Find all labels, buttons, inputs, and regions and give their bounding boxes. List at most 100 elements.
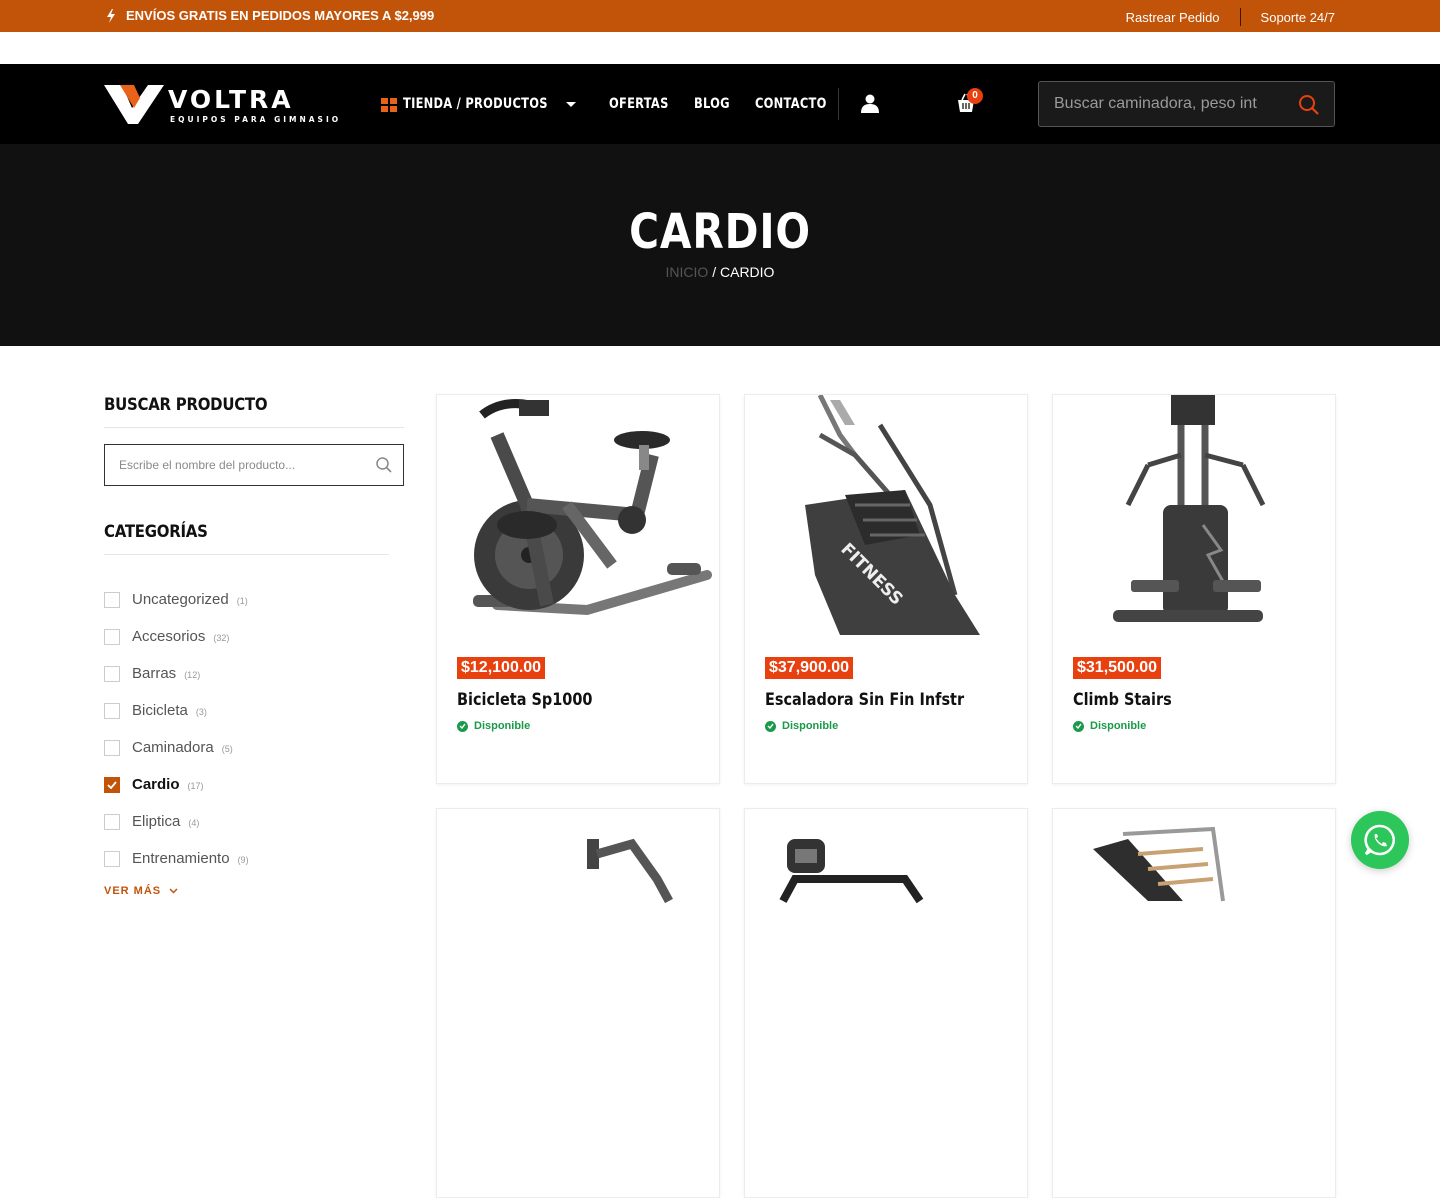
checkbox[interactable] (104, 591, 120, 608)
header-search-input[interactable] (1039, 82, 1289, 126)
announcement-bar: ENVÍOS GRATIS EN PEDIDOS MAYORES A $2,99… (0, 0, 1440, 32)
product-image-stair-climber[interactable]: FITNESS (745, 395, 1027, 635)
grid-icon (381, 97, 397, 112)
stock-label: Disponible (782, 720, 839, 732)
see-more-link[interactable]: VER MÁS (104, 885, 404, 897)
track-order-link[interactable]: Rastrear Pedido (1126, 10, 1220, 25)
page-title: CARDIO (629, 204, 811, 260)
category-item[interactable]: Entrenamiento (9) (104, 840, 404, 877)
check-circle-icon (1073, 720, 1084, 732)
nav-ofertas[interactable]: OFERTAS (609, 96, 669, 112)
logo-wordmark: VOLTRA (168, 85, 294, 114)
category-item[interactable]: Uncategorized (1) (104, 581, 404, 618)
nav-shop-label: TIENDA / PRODUCTOS (403, 96, 548, 112)
category-name: Bicicleta (132, 702, 188, 719)
breadcrumb-home[interactable]: INICIO (666, 264, 709, 280)
category-name: Cardio (132, 776, 180, 793)
product-card[interactable]: $12,100.00 Bicicleta Sp1000 Disponible (436, 394, 720, 784)
product-image[interactable] (437, 809, 719, 1049)
product-image-stepper[interactable] (1053, 395, 1335, 635)
stock-label: Disponible (1090, 720, 1147, 732)
logo-tagline: EQUIPOS PARA GIMNASIO (170, 115, 341, 124)
category-item[interactable]: Caminadora (5) (104, 729, 404, 766)
breadcrumb: INICIO / CARDIO (0, 264, 1440, 280)
category-name: Eliptica (132, 813, 181, 830)
product-name[interactable]: Climb Stairs (1073, 690, 1172, 710)
promo-text: ENVÍOS GRATIS EN PEDIDOS MAYORES A $2,99… (126, 8, 435, 23)
product-search-input[interactable] (105, 445, 365, 485)
product-price: $31,500.00 (1073, 657, 1162, 679)
category-count: (17) (187, 781, 204, 791)
product-image[interactable] (1053, 809, 1335, 1049)
category-count: (1) (236, 596, 248, 606)
product-price: $12,100.00 (457, 657, 546, 679)
nav-blog[interactable]: BLOG (694, 96, 730, 112)
lightning-icon (107, 8, 115, 23)
voltra-logo[interactable]: VOLTRA EQUIPOS PARA GIMNASIO (104, 82, 346, 126)
product-name[interactable]: Escaladora Sin Fin Infstr (765, 690, 964, 710)
cart-count-badge: 0 (967, 88, 983, 104)
breadcrumb-current: CARDIO (720, 264, 775, 280)
checkbox-checked[interactable] (104, 776, 120, 793)
category-count: (3) (195, 707, 207, 717)
search-icon[interactable] (1298, 94, 1320, 116)
category-list: Uncategorized (1) Accesorios (32) Barras (1… (104, 581, 404, 877)
see-more-label: VER MÁS (104, 885, 162, 897)
search-product-heading: BUSCAR PRODUCTO (104, 395, 268, 415)
heading-divider (104, 554, 389, 555)
whatsapp-icon (1364, 824, 1396, 856)
category-count: (5) (221, 744, 233, 754)
whatsapp-chat-button[interactable] (1351, 811, 1409, 869)
product-price: $37,900.00 (765, 657, 854, 679)
checkmark-icon (107, 780, 117, 789)
category-count: (12) (184, 670, 201, 680)
checkbox[interactable] (104, 628, 120, 645)
checkbox[interactable] (104, 702, 120, 719)
product-name[interactable]: Bicicleta Sp1000 (457, 690, 592, 710)
product-image-bike[interactable] (437, 395, 719, 635)
support-link[interactable]: Soporte 24/7 (1261, 10, 1335, 25)
category-name: Entrenamiento (132, 850, 230, 867)
stock-status: Disponible (765, 720, 838, 732)
checkbox[interactable] (104, 813, 120, 830)
checkbox[interactable] (104, 850, 120, 867)
breadcrumb-separator: / (708, 264, 720, 280)
category-count: (4) (188, 818, 200, 828)
product-card[interactable] (1052, 808, 1336, 1198)
category-name: Uncategorized (132, 591, 229, 608)
header-search (1038, 81, 1335, 127)
checkbox[interactable] (104, 739, 120, 756)
product-card[interactable]: FITNESS $37,900.00 Escaladora Sin Fin In… (744, 394, 1028, 784)
category-hero: CARDIO INICIO / CARDIO (0, 144, 1440, 346)
user-account-icon[interactable] (861, 94, 879, 114)
category-item[interactable]: Bicicleta (3) (104, 692, 404, 729)
product-card[interactable]: $31,500.00 Climb Stairs Disponible (1052, 394, 1336, 784)
nav-shop-dropdown[interactable]: TIENDA / PRODUCTOS (381, 64, 576, 144)
product-search (104, 444, 404, 486)
product-card[interactable] (436, 808, 720, 1198)
category-item-active[interactable]: Cardio (17) (104, 766, 404, 803)
chevron-down-icon (169, 888, 178, 894)
stock-label: Disponible (474, 720, 531, 732)
check-circle-icon (457, 720, 468, 732)
category-name: Caminadora (132, 739, 214, 756)
nav-contacto[interactable]: CONTACTO (755, 96, 827, 112)
product-image[interactable] (745, 809, 1027, 1049)
category-item[interactable]: Eliptica (4) (104, 803, 404, 840)
stock-status: Disponible (1073, 720, 1146, 732)
free-shipping-promo: ENVÍOS GRATIS EN PEDIDOS MAYORES A $2,99… (106, 8, 434, 23)
category-count: (32) (213, 633, 230, 643)
topbar-divider (1239, 8, 1241, 26)
heading-divider (104, 427, 404, 428)
filter-sidebar: BUSCAR PRODUCTO CATEGORÍAS Uncategorized… (104, 395, 404, 897)
categories-heading: CATEGORÍAS (104, 522, 208, 542)
main-nav: OFERTAS BLOG CONTACTO (609, 64, 843, 144)
stock-status: Disponible (457, 720, 530, 732)
product-card[interactable] (744, 808, 1028, 1198)
checkbox[interactable] (104, 665, 120, 682)
caret-down-icon (565, 101, 576, 107)
category-item[interactable]: Barras (12) (104, 655, 404, 692)
search-icon[interactable] (375, 456, 393, 474)
category-count: (9) (237, 855, 249, 865)
category-item[interactable]: Accesorios (32) (104, 618, 404, 655)
